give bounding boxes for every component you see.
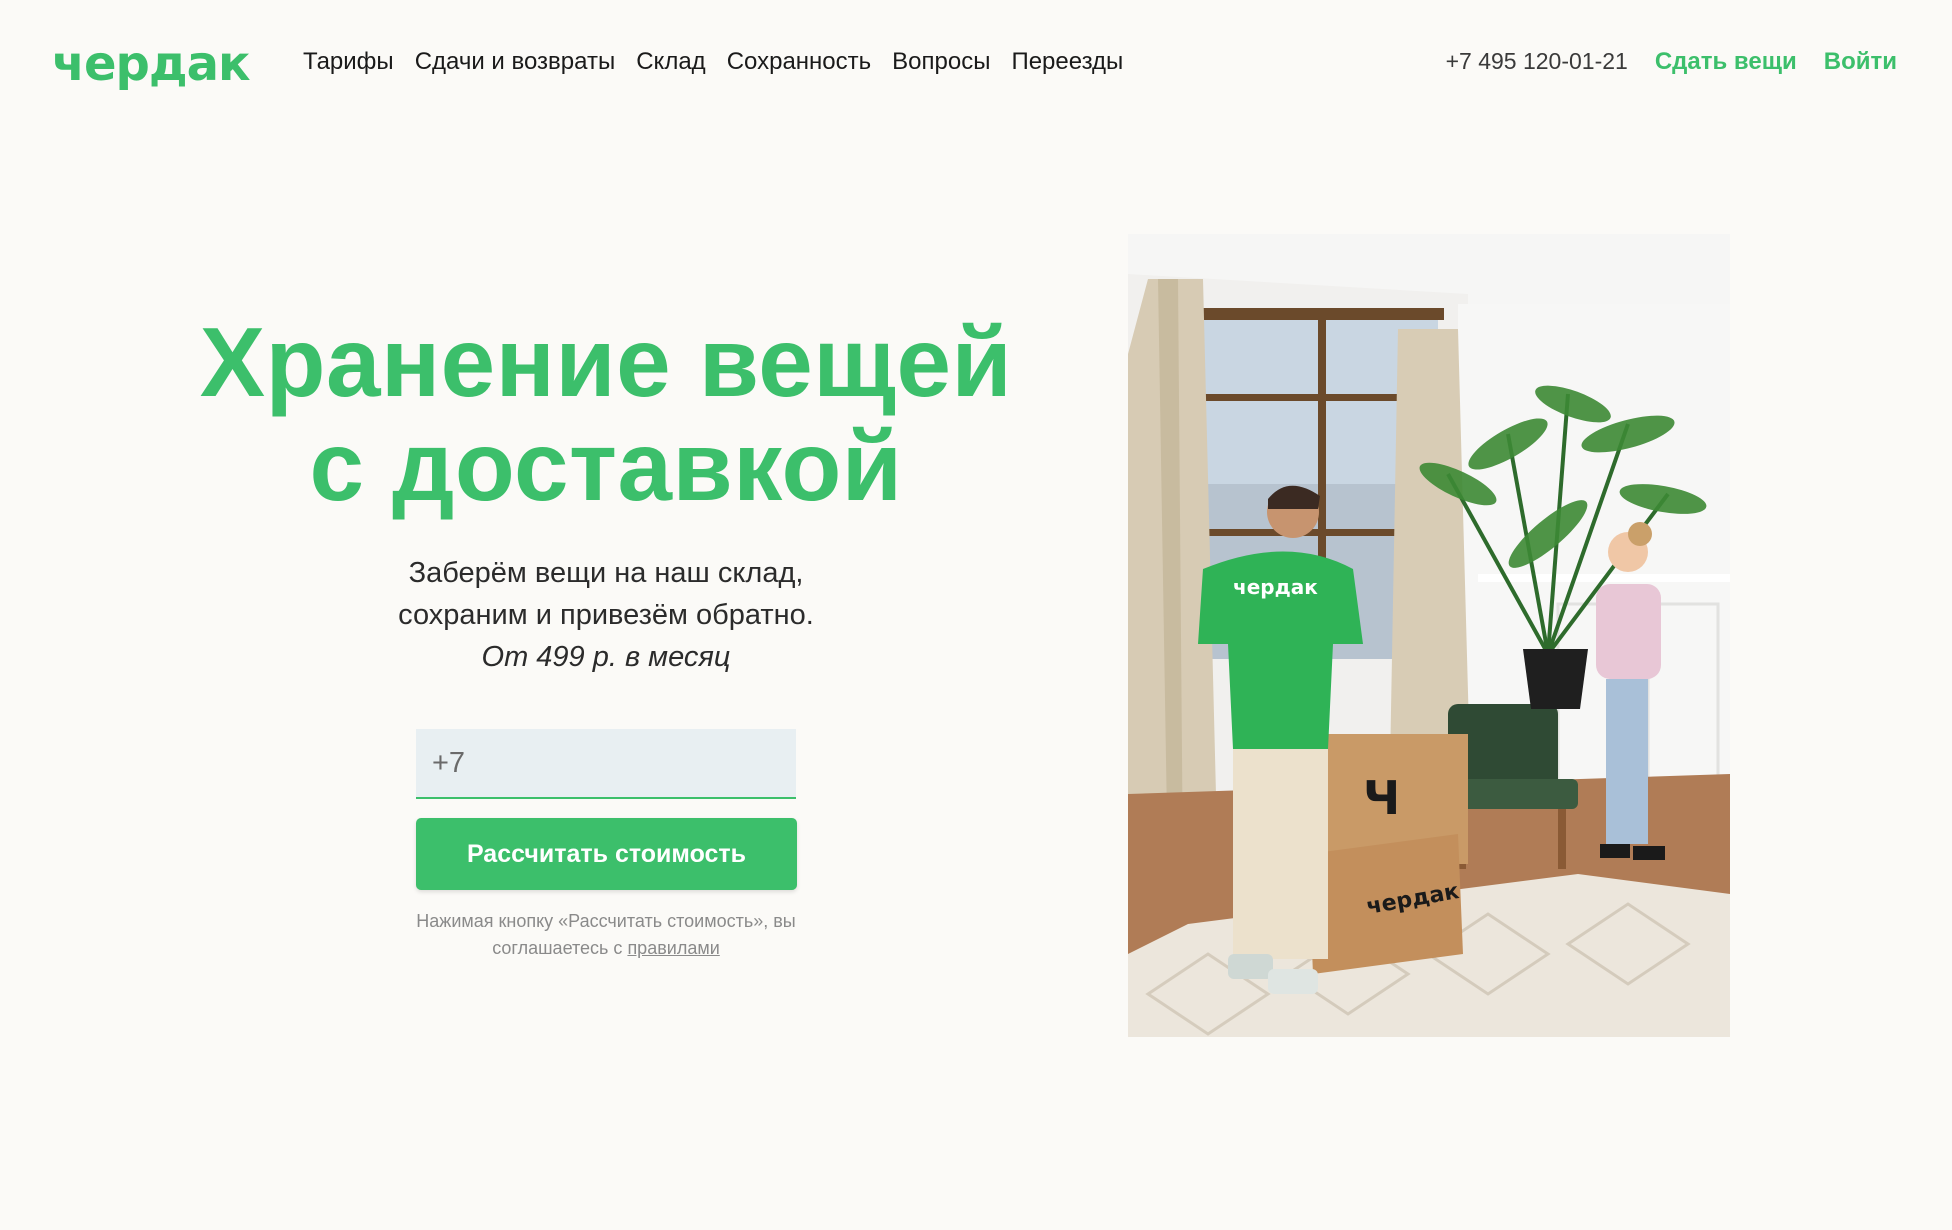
nav-item-safety[interactable]: Сохранность (727, 48, 871, 76)
brand-logo[interactable]: чердак (52, 36, 251, 92)
nav-item-warehouse[interactable]: Склад (636, 48, 705, 76)
hero-sub-line1: Заберём вещи на наш склад, (408, 557, 804, 589)
give-items-link[interactable]: Сдать вещи (1655, 48, 1797, 76)
login-link[interactable]: Войти (1824, 48, 1897, 76)
hero-text: Хранение вещей с доставкой Заберём вещи … (146, 310, 1066, 678)
calculate-cost-button[interactable]: Рассчитать стоимость (416, 818, 797, 890)
callback-form: Рассчитать стоимость (416, 729, 797, 890)
nav-item-deliveries[interactable]: Сдачи и возвраты (415, 48, 616, 76)
landing-page: чердак Тарифы Сдачи и возвраты Склад Сох… (0, 0, 1952, 1230)
box-letter: Ч (1363, 771, 1400, 825)
site-header: чердак Тарифы Сдачи и возвраты Склад Сох… (0, 0, 1952, 130)
hero-subtitle: Заберём вещи на наш склад, сохраним и пр… (146, 552, 1066, 678)
nav-item-tariffs[interactable]: Тарифы (303, 48, 394, 76)
rules-link[interactable]: правилами (627, 938, 719, 958)
main-nav: Тарифы Сдачи и возвраты Склад Сохранност… (303, 48, 1123, 76)
nav-item-moving[interactable]: Переезды (1011, 48, 1123, 76)
agreement-note: Нажимая кнопку «Рассчитать стоимость», в… (380, 908, 832, 962)
hero-photo: Ч чердак чердак (1128, 234, 1730, 1037)
hero-title-line1: Хранение вещей (199, 307, 1013, 417)
phone-input[interactable] (416, 729, 796, 799)
header-actions: +7 495 120-01-21 Сдать вещи Войти (1446, 48, 1897, 76)
agreement-text: Нажимая кнопку «Рассчитать стоимость», в… (416, 911, 796, 958)
hero-title-line2: с доставкой (309, 411, 903, 521)
price-note: От 499 р. в месяц (481, 641, 731, 673)
nav-item-faq[interactable]: Вопросы (892, 48, 990, 76)
phone-link[interactable]: +7 495 120-01-21 (1446, 48, 1628, 75)
hero-sub-line2: сохраним и привезём обратно. (398, 599, 814, 631)
hero-title: Хранение вещей с доставкой (146, 310, 1066, 518)
shirt-logo-text: чердак (1233, 575, 1318, 599)
hero-photo-illustration: Ч чердак чердак (1128, 234, 1730, 1037)
